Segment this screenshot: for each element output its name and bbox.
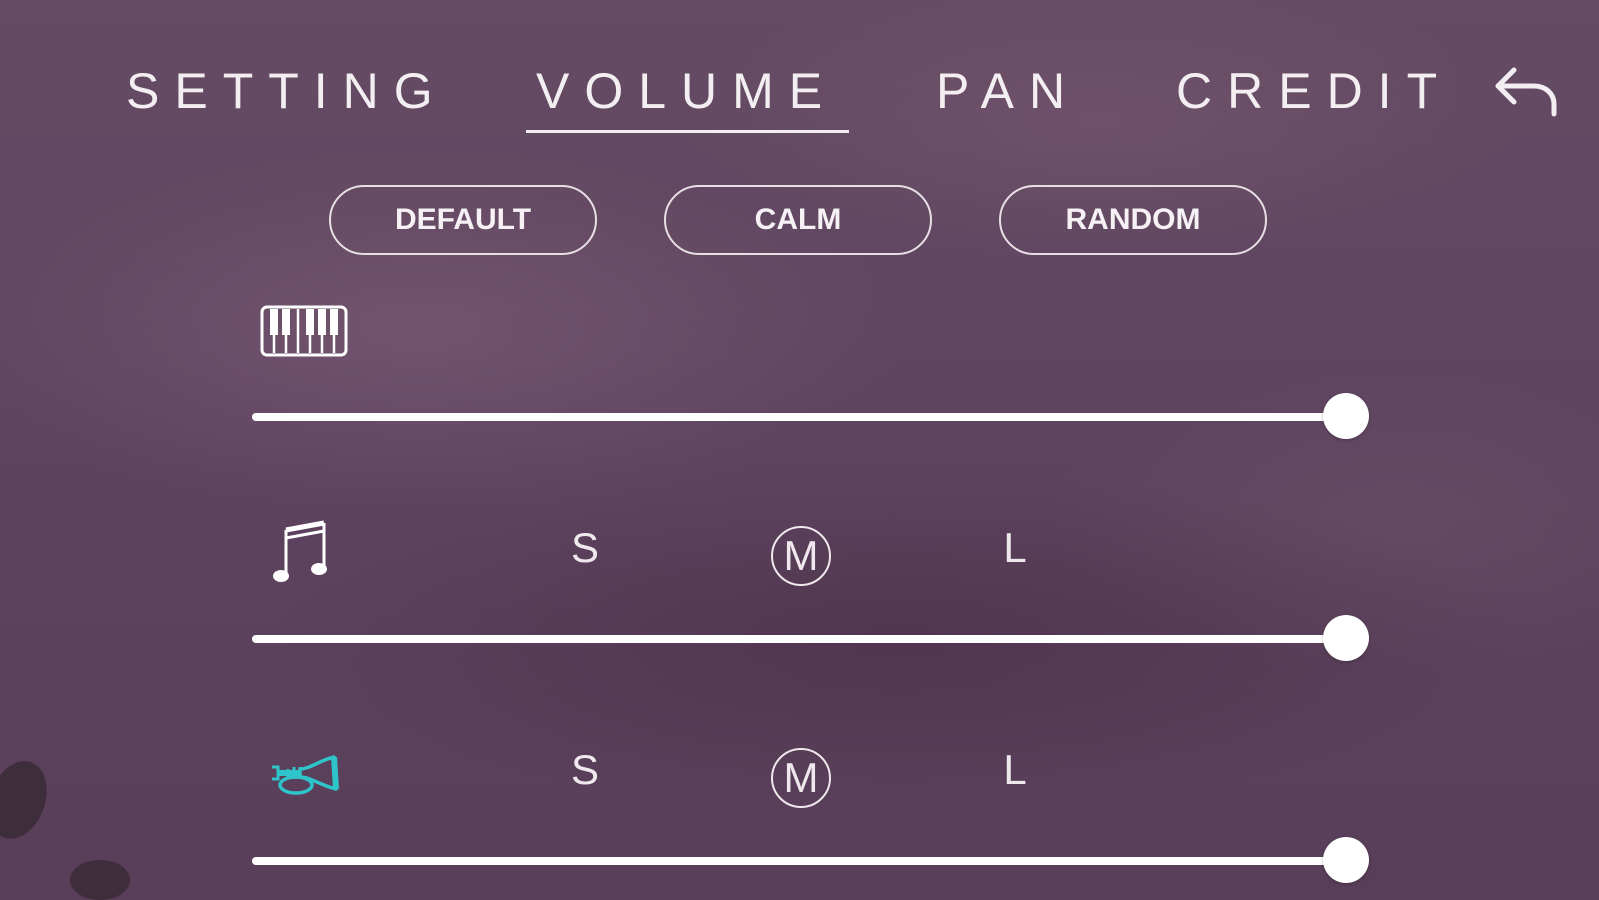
tab-credit-label: CREDIT	[1176, 63, 1453, 119]
random-preset-button[interactable]: RANDOM	[999, 185, 1267, 255]
slider-knob[interactable]	[1323, 837, 1369, 883]
undo-arrow-icon	[1495, 67, 1557, 117]
trumpet-size-large[interactable]: L	[995, 745, 1035, 795]
tab-pan-label: PAN	[936, 63, 1081, 119]
top-navigation: SETTING VOLUME PAN CREDIT	[0, 62, 1599, 142]
slider-knob[interactable]	[1323, 615, 1369, 661]
trumpet-size-small[interactable]: S	[565, 745, 605, 795]
slider-fill	[252, 635, 1346, 643]
piano-volume-slider[interactable]	[252, 391, 1369, 441]
calm-preset-label: CALM	[754, 203, 842, 236]
slider-fill	[252, 413, 1346, 421]
paint-splat-decoration	[70, 860, 130, 900]
tab-pan[interactable]: PAN	[936, 62, 1080, 120]
tab-volume[interactable]: VOLUME	[526, 62, 850, 133]
music-note-icon	[272, 520, 332, 591]
tab-setting-label: SETTING	[126, 63, 448, 119]
melody-size-small[interactable]: S	[565, 523, 605, 573]
melody-volume-slider[interactable]	[252, 613, 1369, 663]
back-button[interactable]	[1492, 64, 1562, 118]
tab-credit[interactable]: CREDIT	[1176, 62, 1452, 120]
random-preset-label: RANDOM	[1065, 203, 1201, 236]
default-preset-label: DEFAULT	[394, 203, 532, 236]
active-tab-underline	[526, 130, 850, 133]
melody-size-large[interactable]: L	[995, 523, 1035, 573]
tab-setting[interactable]: SETTING	[126, 62, 448, 120]
default-preset-button[interactable]: DEFAULT	[329, 185, 597, 255]
paint-splat-decoration	[0, 753, 58, 847]
trumpet-volume-slider[interactable]	[252, 835, 1369, 885]
tab-volume-label: VOLUME	[536, 63, 838, 119]
trumpet-size-medium[interactable]: M	[771, 748, 831, 808]
melody-size-medium[interactable]: M	[771, 526, 831, 586]
calm-preset-button[interactable]: CALM	[664, 185, 932, 255]
trumpet-icon	[270, 755, 340, 808]
slider-knob[interactable]	[1323, 393, 1369, 439]
slider-fill	[252, 857, 1346, 865]
piano-keyboard-icon	[260, 305, 348, 362]
